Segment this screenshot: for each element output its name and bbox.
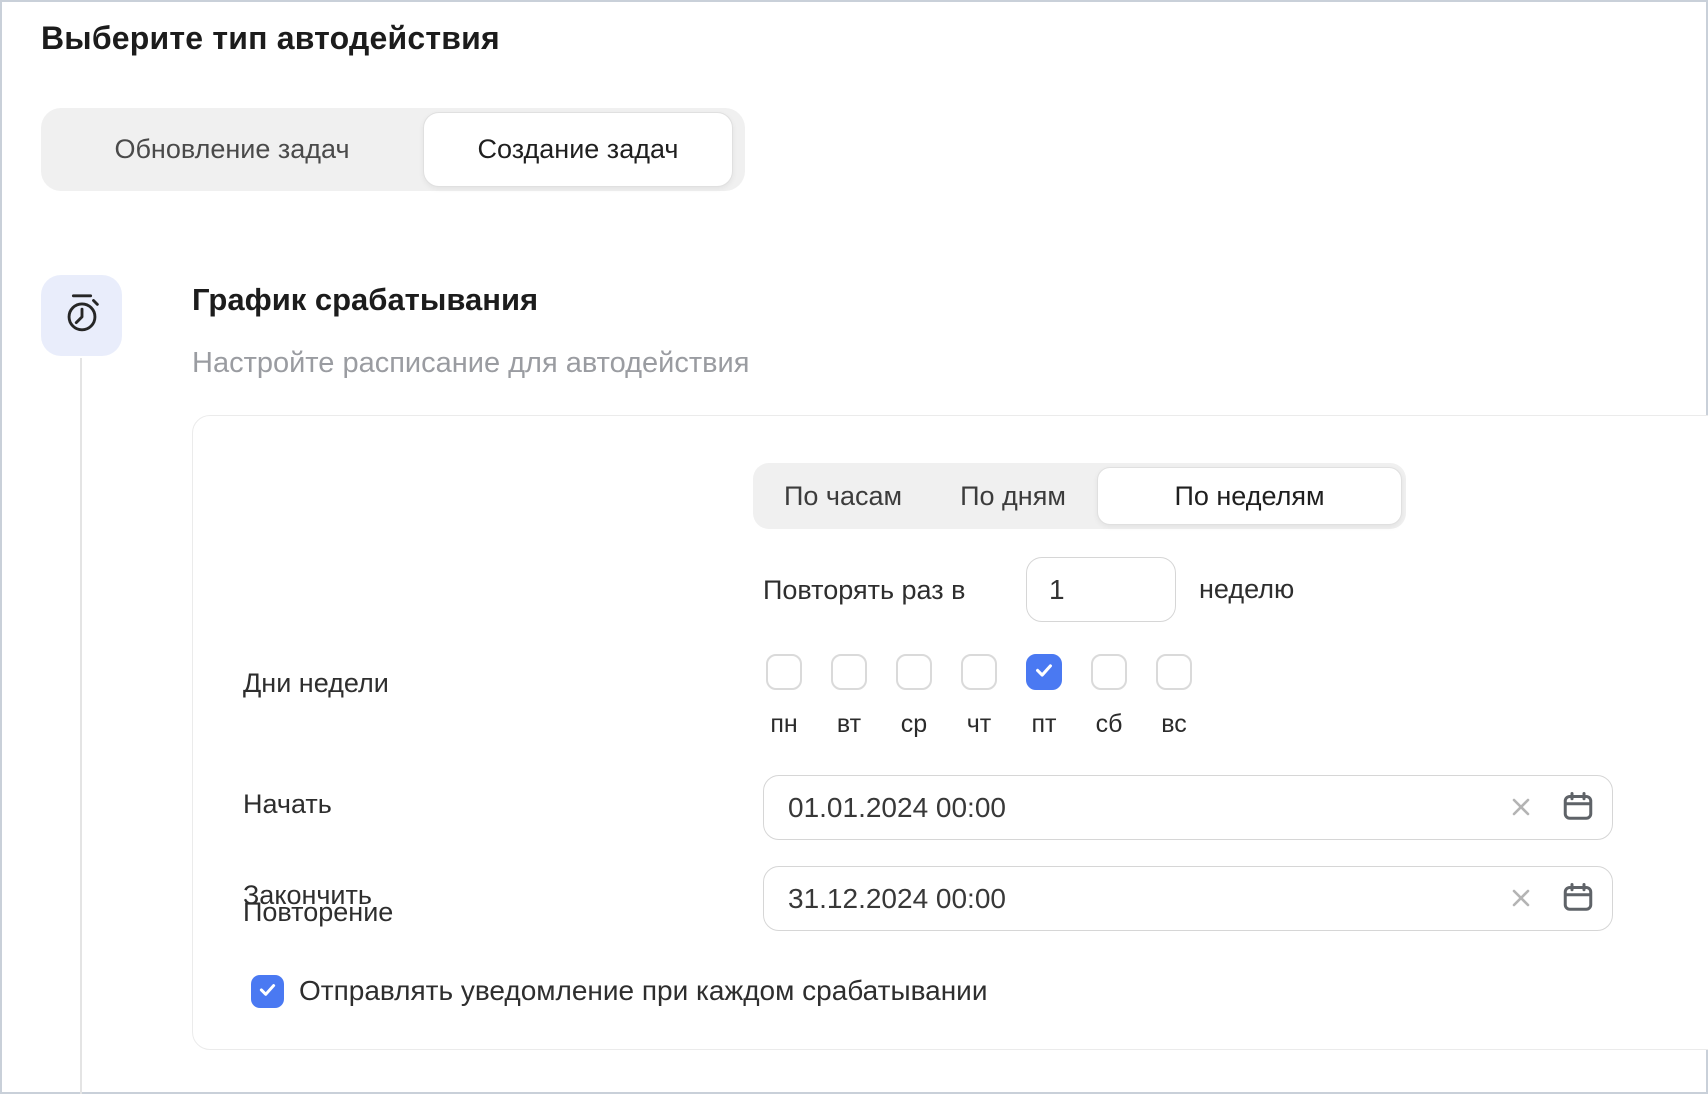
repeat-option-daily[interactable]: По дням <box>929 467 1097 525</box>
tab-create-tasks[interactable]: Создание задач <box>423 112 733 187</box>
stopwatch-icon <box>59 290 105 341</box>
weekday-checkbox-mon[interactable] <box>766 654 802 690</box>
interval-label: Повторять раз в <box>763 575 965 606</box>
weekdays-label: Дни недели <box>243 668 389 699</box>
autoaction-dialog: Выберите тип автодействия Обновление зад… <box>0 0 1708 1094</box>
calendar-icon[interactable] <box>1560 880 1596 916</box>
weekday-checkbox-thu[interactable] <box>961 654 997 690</box>
page-title: Выберите тип автодействия <box>41 20 500 57</box>
repeat-option-hourly[interactable]: По часам <box>757 467 929 525</box>
end-date-value: 31.12.2024 00:00 <box>788 867 1006 930</box>
weekday-label-sun: вс <box>1156 710 1192 739</box>
weekday-checkbox-fri[interactable] <box>1026 654 1062 690</box>
end-label: Закончить <box>243 880 372 911</box>
clear-icon[interactable] <box>1506 883 1536 913</box>
start-date-value: 01.01.2024 00:00 <box>788 776 1006 839</box>
repeat-mode-segmented-control: По часам По дням По неделям <box>753 463 1406 529</box>
schedule-section-subtitle: Настройте расписание для автодействия <box>192 347 749 380</box>
interval-unit-label: неделю <box>1199 574 1294 605</box>
notify-label: Отправлять уведомление при каждом срабат… <box>299 975 987 1007</box>
weekday-label-thu: чт <box>961 710 997 739</box>
weekday-label-wed: ср <box>896 710 932 739</box>
start-label: Начать <box>243 789 332 820</box>
checkmark-icon <box>1033 659 1055 686</box>
clear-icon[interactable] <box>1506 792 1536 822</box>
end-date-field[interactable]: 31.12.2024 00:00 <box>763 866 1613 931</box>
weekday-checkbox-wed[interactable] <box>896 654 932 690</box>
weekday-checkbox-sat[interactable] <box>1091 654 1127 690</box>
tab-update-tasks[interactable]: Обновление задач <box>41 108 423 191</box>
repeat-option-weekly[interactable]: По неделям <box>1097 467 1402 525</box>
start-date-field[interactable]: 01.01.2024 00:00 <box>763 775 1613 840</box>
weekday-label-fri: пт <box>1026 710 1062 739</box>
calendar-icon[interactable] <box>1560 789 1596 825</box>
tab-create-tasks-label: Создание задач <box>478 134 679 165</box>
weekday-label-sat: сб <box>1091 710 1127 739</box>
notify-checkbox[interactable] <box>251 975 284 1008</box>
checkmark-icon <box>257 979 278 1005</box>
schedule-card: Повторение По часам По дням По неделям П… <box>192 415 1708 1050</box>
weekday-checkbox-tue[interactable] <box>831 654 867 690</box>
autoaction-type-tabs: Обновление задач Создание задач <box>41 108 745 191</box>
schedule-section-badge <box>41 275 122 356</box>
weekday-label-mon: пн <box>766 710 802 739</box>
interval-value-input[interactable] <box>1026 557 1176 622</box>
weekday-checkbox-sun[interactable] <box>1156 654 1192 690</box>
weekday-label-tue: вт <box>831 710 867 739</box>
section-connector-line <box>80 358 82 1094</box>
tab-update-tasks-label: Обновление задач <box>114 134 349 165</box>
schedule-section-title: График срабатывания <box>192 282 538 318</box>
